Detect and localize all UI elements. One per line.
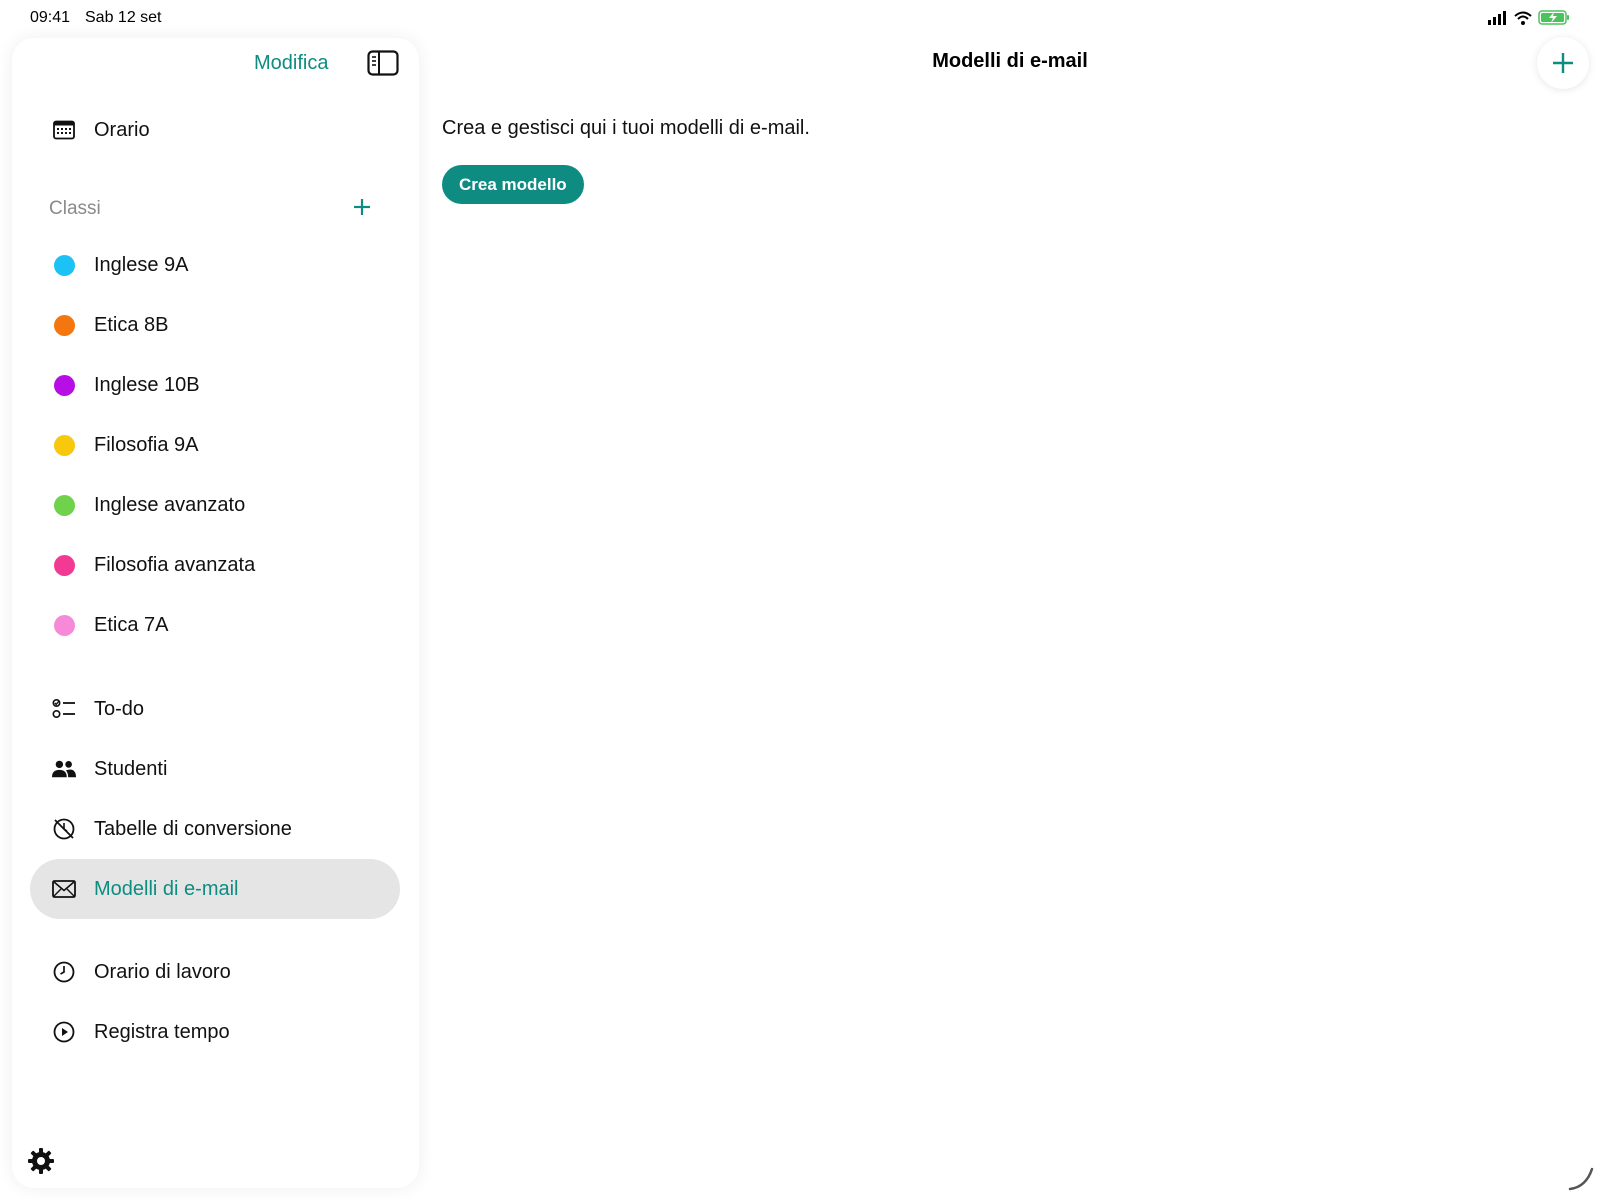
disabled-clock-icon (52, 817, 76, 841)
edit-button[interactable]: Modifica (254, 52, 328, 75)
class-color-dot (53, 254, 75, 276)
sidebar-item-studenti[interactable]: Studenti (30, 739, 400, 799)
create-template-button[interactable]: Crea modello (442, 165, 584, 204)
sidebar-item-registra-tempo[interactable]: Registra tempo (30, 1002, 400, 1062)
sidebar-item-modelli-email[interactable]: Modelli di e-mail (30, 859, 400, 919)
add-class-button[interactable] (349, 194, 375, 220)
sidebar-item-class[interactable]: Inglese 10B (30, 355, 400, 415)
clock-icon (52, 960, 76, 984)
play-circle-icon (52, 1020, 76, 1044)
settings-button[interactable] (26, 1146, 56, 1176)
status-date: Sab 12 set (85, 9, 162, 26)
sidebar-item-class[interactable]: Inglese avanzato (30, 475, 400, 535)
class-color-dot (53, 314, 75, 336)
calendar-icon (52, 118, 76, 142)
status-bar: 09:41 Sab 12 set (0, 0, 1600, 36)
sidebar-item-label: To-do (94, 697, 145, 720)
signal-icon (1488, 10, 1506, 25)
sidebar-item-label: Inglese avanzato (94, 493, 246, 516)
sidebar-item-label: Inglese 10B (94, 373, 200, 396)
sidebar-item-label: Filosofia 9A (94, 433, 199, 456)
class-color-dot (53, 614, 75, 636)
sidebar-item-label: Studenti (94, 757, 168, 780)
battery-charging-icon (1538, 10, 1569, 25)
envelope-icon (52, 877, 76, 901)
sidebar-item-class[interactable]: Inglese 9A (30, 235, 400, 295)
classes-section-label: Classi (49, 198, 101, 219)
class-color-dot (53, 554, 75, 576)
gear-icon (28, 1148, 54, 1174)
sidebar-item-todo[interactable]: To-do (30, 679, 400, 739)
class-color-dot (53, 374, 75, 396)
intro-text: Crea e gestisci qui i tuoi modelli di e-… (442, 117, 810, 139)
sidebar-item-label: Tabelle di conversione (94, 817, 292, 840)
sidebar-item-label: Orario (94, 118, 150, 141)
sidebar-item-tabelle-conversione[interactable]: Tabelle di conversione (30, 799, 400, 859)
wifi-icon (1514, 11, 1532, 25)
sidebar-item-label: Filosofia avanzata (94, 553, 256, 576)
sidebar-item-orario-lavoro[interactable]: Orario di lavoro (30, 942, 400, 1002)
checklist-icon (52, 697, 76, 721)
sidebar-item-class[interactable]: Filosofia 9A (30, 415, 400, 475)
people-icon (52, 757, 76, 781)
class-color-dot (53, 434, 75, 456)
plus-icon (354, 199, 370, 215)
class-color-dot (53, 494, 75, 516)
sidebar-item-label: Registra tempo (94, 1020, 230, 1043)
sidebar-item-class[interactable]: Etica 7A (30, 595, 400, 655)
sidebar-item-label: Modelli di e-mail (94, 877, 239, 900)
sidebar-item-class[interactable]: Etica 8B (30, 295, 400, 355)
status-time: 09:41 (30, 9, 71, 26)
status-icons (1488, 10, 1570, 25)
sidebar-item-label: Orario di lavoro (94, 960, 231, 983)
sidebar-item-orario[interactable]: Orario (30, 100, 400, 160)
sidebar-item-class[interactable]: Filosofia avanzata (30, 535, 400, 595)
page-title: Modelli di e-mail (932, 50, 1088, 72)
add-template-button[interactable] (1537, 37, 1589, 89)
sidebar-item-label: Etica 8B (94, 313, 169, 336)
resize-handle-icon (1568, 1167, 1594, 1191)
plus-icon (1553, 53, 1573, 73)
sidebar-toggle-icon[interactable] (367, 50, 399, 76)
sidebar-item-label: Inglese 9A (94, 253, 189, 276)
sidebar: Modifica Orario Classi Inglese 9A Etica … (12, 38, 419, 1188)
sidebar-item-label: Etica 7A (94, 613, 169, 636)
